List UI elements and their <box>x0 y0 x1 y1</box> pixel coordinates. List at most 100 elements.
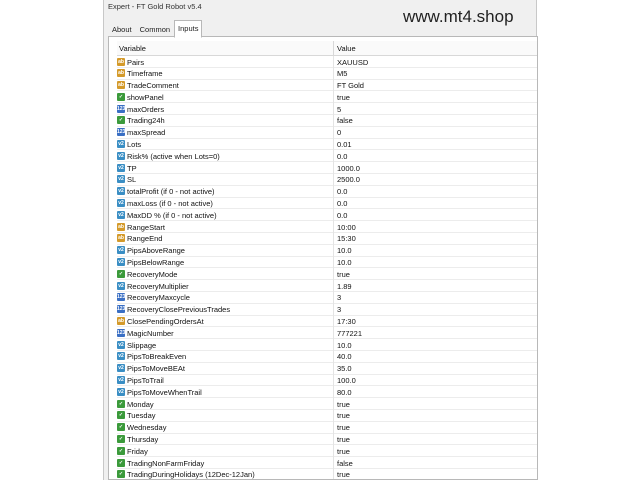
cell-divider <box>333 339 334 351</box>
variable-value[interactable]: false <box>337 459 353 468</box>
variable-value[interactable]: true <box>337 270 350 279</box>
double-type-icon: v2 <box>117 340 125 349</box>
cell-divider <box>333 350 334 363</box>
table-row[interactable]: v2 Slippage 10.0 <box>117 339 537 351</box>
variable-value[interactable]: M5 <box>337 69 347 78</box>
variable-value[interactable]: true <box>337 423 350 432</box>
variable-value[interactable]: 3 <box>337 305 341 314</box>
variable-value[interactable]: 15:30 <box>337 234 356 243</box>
variable-value[interactable]: 0.01 <box>337 140 352 149</box>
table-row[interactable]: ✓ Thursday true <box>117 433 537 446</box>
tab-bar: About Common Inputs <box>108 20 203 38</box>
table-row[interactable]: v2 TP 1000.0 <box>117 162 537 174</box>
table-row[interactable]: ✓ Tuesday true <box>117 409 537 422</box>
table-row[interactable]: ✓ TradingDuringHolidays (12Dec-12Jan) true <box>117 468 537 479</box>
double-type-icon: v2 <box>117 210 125 219</box>
table-row[interactable]: ✓ Monday true <box>117 398 537 410</box>
variable-value[interactable]: FT Gold <box>337 81 364 90</box>
variable-value[interactable]: 10.0 <box>337 341 352 350</box>
variable-name: PipsToMoveBEAt <box>127 364 185 374</box>
variable-value[interactable]: 0.0 <box>337 187 347 196</box>
boolean-type-icon: ✓ <box>117 92 125 101</box>
table-row[interactable]: ab Pairs XAUUSD <box>117 56 537 68</box>
variable-value[interactable]: true <box>337 411 350 420</box>
table-row[interactable]: ab RangeStart 10:00 <box>117 221 537 233</box>
integer-type-icon: 123 <box>117 104 126 113</box>
table-row[interactable]: v2 MaxDD % (if 0 - not active) 0.0 <box>117 209 537 222</box>
variable-value[interactable]: true <box>337 470 350 479</box>
table-row[interactable]: 123 RecoveryMaxcycle 3 <box>117 291 537 304</box>
table-row[interactable]: v2 PipsToBreakEven 40.0 <box>117 350 537 363</box>
table-row[interactable]: ✓ showPanel true <box>117 91 537 104</box>
variable-value[interactable]: 3 <box>337 293 341 302</box>
variable-value[interactable]: true <box>337 435 350 444</box>
variable-name: RecoveryMode <box>127 269 178 279</box>
table-row[interactable]: ab Timeframe M5 <box>117 67 537 80</box>
variable-value[interactable]: 777221 <box>337 329 362 338</box>
table-row[interactable]: ab ClosePendingOrdersAt 17:30 <box>117 315 537 328</box>
variable-name: RecoveryMultiplier <box>127 281 189 291</box>
variable-value[interactable]: true <box>337 400 350 409</box>
table-row[interactable]: ✓ Friday true <box>117 445 537 458</box>
variable-value[interactable]: 5 <box>337 105 341 114</box>
table-row[interactable]: ✓ RecoveryMode true <box>117 268 537 281</box>
variable-value[interactable]: false <box>337 116 353 125</box>
variable-value[interactable]: 2500.0 <box>337 175 360 184</box>
table-row[interactable]: 123 MagicNumber 777221 <box>117 327 537 340</box>
variable-name: Trading24h <box>127 116 165 126</box>
variable-value[interactable]: 100.0 <box>337 376 356 385</box>
table-row[interactable]: v2 PipsToMoveBEAt 35.0 <box>117 362 537 375</box>
table-row[interactable]: v2 Lots 0.01 <box>117 138 537 151</box>
cell-divider <box>333 291 334 304</box>
variable-value[interactable]: 0 <box>337 128 341 137</box>
variable-value[interactable]: 1000.0 <box>337 164 360 173</box>
variable-value[interactable]: 10.0 <box>337 246 352 255</box>
table-row[interactable]: ✓ Wednesday true <box>117 421 537 434</box>
boolean-type-icon: ✓ <box>117 446 125 455</box>
variable-value[interactable]: true <box>337 447 350 456</box>
inputs-table: ab Pairs XAUUSD ab Timeframe M5 ab TradeComment… <box>117 56 537 479</box>
variable-value[interactable]: 35.0 <box>337 364 352 373</box>
table-row[interactable]: ab RangeEnd 15:30 <box>117 232 537 245</box>
cell-divider <box>333 79 334 92</box>
table-row[interactable]: v2 PipsAboveRange 10.0 <box>117 244 537 257</box>
variable-value[interactable]: 80.0 <box>337 388 352 397</box>
tab-inputs[interactable]: Inputs <box>174 20 203 38</box>
table-row[interactable]: v2 totalProfit (if 0 - not active) 0.0 <box>117 185 537 198</box>
string-type-icon: ab <box>117 222 125 231</box>
window-title: Expert - FT Gold Robot v5.4 <box>108 2 202 11</box>
table-row[interactable]: v2 PipsToMoveWhenTrail 80.0 <box>117 386 537 399</box>
table-row[interactable]: v2 SL 2500.0 <box>117 173 537 186</box>
variable-value[interactable]: XAUUSD <box>337 58 368 67</box>
variable-value[interactable]: 40.0 <box>337 352 352 361</box>
variable-value[interactable]: 17:30 <box>337 317 356 326</box>
table-row[interactable]: ✓ Trading24h false <box>117 114 537 127</box>
cell-divider <box>333 468 334 479</box>
cell-divider <box>333 362 334 375</box>
integer-type-icon: 123 <box>117 328 126 337</box>
variable-value[interactable]: 0.0 <box>337 152 347 161</box>
variable-value[interactable]: true <box>337 93 350 102</box>
variable-value[interactable]: 10:00 <box>337 223 356 232</box>
double-type-icon: v2 <box>117 246 125 255</box>
table-row[interactable]: 123 maxSpread 0 <box>117 126 537 139</box>
inputs-panel: Variable Value ab Pairs XAUUSD ab Timeframe M… <box>108 36 538 480</box>
table-row[interactable]: v2 RecoveryMultiplier 1.89 <box>117 280 537 292</box>
table-row[interactable]: v2 PipsToTrail 100.0 <box>117 374 537 387</box>
table-row[interactable]: 123 maxOrders 5 <box>117 103 537 115</box>
variable-value[interactable]: 0.0 <box>337 199 347 208</box>
table-row[interactable]: v2 Risk% (active when Lots=0) 0.0 <box>117 150 537 163</box>
variable-value[interactable]: 1.89 <box>337 282 352 291</box>
table-row[interactable]: ab TradeComment FT Gold <box>117 79 537 92</box>
table-row[interactable]: 123 RecoveryClosePreviousTrades 3 <box>117 303 537 316</box>
cell-divider <box>333 138 334 151</box>
column-header-variable[interactable]: Variable <box>119 44 146 53</box>
column-divider[interactable] <box>333 41 334 55</box>
variable-value[interactable]: 10.0 <box>337 258 352 267</box>
table-row[interactable]: v2 PipsBelowRange 10.0 <box>117 256 537 269</box>
variable-name: maxOrders <box>127 104 165 114</box>
variable-value[interactable]: 0.0 <box>337 211 347 220</box>
table-row[interactable]: ✓ TradingNonFarmFriday false <box>117 457 537 469</box>
column-header-value[interactable]: Value <box>337 44 356 53</box>
table-row[interactable]: v2 maxLoss (if 0 - not active) 0.0 <box>117 197 537 210</box>
